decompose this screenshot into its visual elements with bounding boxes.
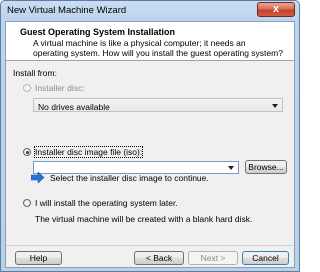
iso-image-radio[interactable] <box>23 148 31 156</box>
installer-disc-radio[interactable] <box>23 84 31 92</box>
close-button[interactable]: x <box>257 2 295 17</box>
wizard-window: New Virtual Machine Wizard x Guest Opera… <box>0 0 300 272</box>
arrow-info-icon <box>31 172 45 183</box>
cancel-button[interactable]: Cancel <box>242 251 289 265</box>
installer-disc-label: Installer disc: <box>35 83 85 93</box>
radio-selected-dot <box>25 150 29 154</box>
install-later-label: I will install the operating system late… <box>35 198 178 208</box>
page-title: Guest Operating System Installation <box>20 27 176 37</box>
title-bar[interactable]: New Virtual Machine Wizard x <box>1 1 299 21</box>
browse-button[interactable]: Browse... <box>245 160 287 174</box>
chevron-down-icon <box>272 104 278 108</box>
help-button[interactable]: Help <box>15 251 62 265</box>
next-button[interactable]: Next > <box>188 251 238 265</box>
close-icon: x <box>272 3 280 15</box>
wizard-content: Guest Operating System Installation A vi… <box>5 21 295 268</box>
window-title: New Virtual Machine Wizard <box>7 5 127 16</box>
back-button[interactable]: < Back <box>134 251 184 265</box>
iso-hint-text: Select the installer disc image to conti… <box>50 173 209 183</box>
installer-disc-dropdown[interactable]: No drives available <box>33 98 283 112</box>
chevron-down-icon <box>228 166 234 170</box>
iso-image-label: Installer disc image file (iso): <box>33 146 144 158</box>
installer-disc-value: No drives available <box>38 102 110 112</box>
install-later-note: The virtual machine will be created with… <box>35 214 253 224</box>
page-description: A virtual machine is like a physical com… <box>33 38 283 58</box>
button-bar-divider <box>6 245 294 246</box>
install-later-radio[interactable] <box>23 199 31 207</box>
install-from-label: Install from: <box>13 68 57 78</box>
wizard-header: Guest Operating System Installation A vi… <box>6 22 294 61</box>
